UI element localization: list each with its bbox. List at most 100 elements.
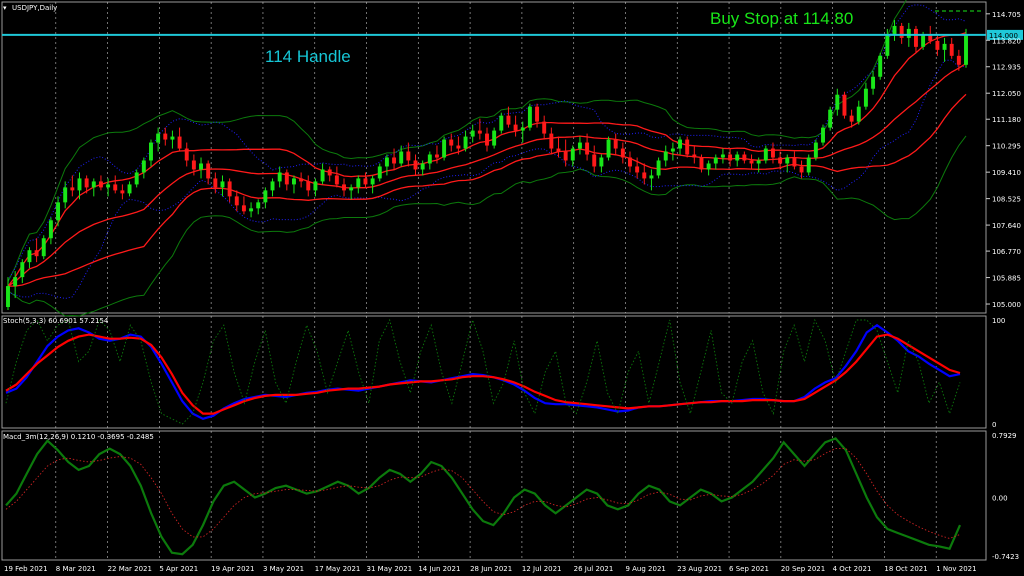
y-axis-tick-label: 114.705 xyxy=(992,11,1021,19)
candle-body xyxy=(199,163,203,170)
candle-body xyxy=(420,163,425,170)
candle-body xyxy=(70,187,75,191)
candle-body xyxy=(149,142,153,161)
macd-macd-line xyxy=(5,437,962,556)
x-axis-tick-label: 20 Sep 2021 xyxy=(781,565,825,573)
y-axis-tick-label: 113.820 xyxy=(992,37,1021,45)
candle-body xyxy=(13,277,18,287)
x-axis-tick-label: 19 Feb 2021 xyxy=(4,565,48,573)
handle-annotation: 114 Handle xyxy=(265,47,351,66)
candle-body xyxy=(427,154,432,164)
trading-chart: 114.000 19 Feb 2021 8 Mar 2021 22 Mar 2021… xyxy=(0,0,1024,576)
candle-body xyxy=(292,178,296,185)
candle-body xyxy=(556,148,561,152)
x-axis-tick-label: 14 Jun 2021 xyxy=(418,565,460,573)
candle-body xyxy=(127,184,132,194)
candle-body xyxy=(184,148,189,161)
mac-panel-frame xyxy=(1,430,987,561)
candle-body xyxy=(813,142,818,158)
y-axis-tick-label: 111.180 xyxy=(992,116,1021,124)
collapse-arrow-icon[interactable]: ▾ xyxy=(3,4,7,12)
candle-body xyxy=(120,190,125,194)
candle-body xyxy=(656,160,661,176)
candle-body xyxy=(663,151,668,161)
candle-body xyxy=(241,205,246,212)
candle-body xyxy=(520,127,525,131)
candle-body xyxy=(56,202,61,221)
candle-body xyxy=(449,139,454,146)
candle-body xyxy=(620,148,625,158)
candle-body xyxy=(856,106,861,122)
candle-body xyxy=(735,154,740,161)
candle-body xyxy=(542,121,547,134)
candle-body xyxy=(334,175,339,185)
main-panel-title: USDJPY,Daily xyxy=(12,4,57,12)
candle-body xyxy=(41,238,46,257)
candle-body xyxy=(527,106,532,128)
candle-body xyxy=(942,43,947,50)
candle-body xyxy=(342,184,346,191)
y-axis-tick-label: 108.525 xyxy=(992,196,1021,204)
candle-body xyxy=(678,139,682,149)
y-axis-tick-label: 110.295 xyxy=(992,143,1021,151)
x-axis-tick-label: 19 Apr 2021 xyxy=(211,565,254,573)
candle-body xyxy=(906,28,911,38)
candle-body xyxy=(685,139,690,155)
candle-body xyxy=(692,154,697,158)
candle-body xyxy=(98,181,103,188)
candle-body xyxy=(792,157,797,167)
candle-body xyxy=(456,145,461,149)
chart-canvas: 114.000 19 Feb 2021 8 Mar 2021 22 Mar 2021… xyxy=(1,0,1023,573)
candle-body xyxy=(213,178,218,188)
candle-body xyxy=(77,178,82,191)
x-axis-tick-label: 9 Aug 2021 xyxy=(625,565,665,573)
candle-body xyxy=(670,148,675,152)
candle-body xyxy=(377,166,382,179)
candle-body xyxy=(141,160,146,173)
candle-body xyxy=(263,190,268,203)
stoch-raw-line xyxy=(5,318,961,425)
candle-body xyxy=(463,136,468,149)
candle-body xyxy=(778,157,783,164)
candle-body xyxy=(878,55,883,77)
x-axis-tick-label: 3 May 2021 xyxy=(263,565,304,573)
candle-body xyxy=(821,127,825,143)
candle-body xyxy=(106,184,111,188)
y-axis-tick-label: 112.050 xyxy=(992,90,1021,98)
candle-body xyxy=(771,148,775,158)
x-axis-tick-label: 5 Apr 2021 xyxy=(159,565,198,573)
candle-body xyxy=(713,157,718,164)
stoch-y-tick-label: 100 xyxy=(992,317,1005,325)
y-axis-tick-label: 107.640 xyxy=(992,222,1021,230)
x-axis-tick-label: 1 Nov 2021 xyxy=(936,565,976,573)
candle-body xyxy=(956,55,961,65)
x-axis-tick-label: 22 Mar 2021 xyxy=(108,565,152,573)
x-axis-tick-label: 31 May 2021 xyxy=(367,565,413,573)
candle-body xyxy=(913,28,918,47)
candle-body xyxy=(921,34,926,47)
x-axis-tick-label: 23 Aug 2021 xyxy=(677,565,722,573)
macd-signal-line xyxy=(5,448,961,539)
candle-body xyxy=(27,250,32,263)
candle-body xyxy=(799,166,804,173)
lower-envelope xyxy=(7,59,967,300)
candle-body xyxy=(871,76,876,89)
candle-body xyxy=(949,43,954,56)
candle-body xyxy=(642,172,647,179)
sto-panel-frame xyxy=(1,315,987,429)
candle-body xyxy=(349,187,354,191)
candle-body xyxy=(320,169,325,182)
candle-body xyxy=(113,184,118,191)
x-axis-tick-label: 18 Oct 2021 xyxy=(884,565,927,573)
candle-body xyxy=(892,25,897,35)
candle-body xyxy=(327,169,332,176)
macd-y-tick-label: 0.7929 xyxy=(992,432,1017,440)
lower-outer-band xyxy=(7,135,967,317)
candle-body xyxy=(91,181,96,188)
candle-body xyxy=(720,154,725,158)
candle-body xyxy=(635,166,640,173)
candle-body xyxy=(592,154,597,167)
candle-body xyxy=(806,157,811,173)
candle-body xyxy=(706,163,711,170)
candle-body xyxy=(277,172,282,182)
